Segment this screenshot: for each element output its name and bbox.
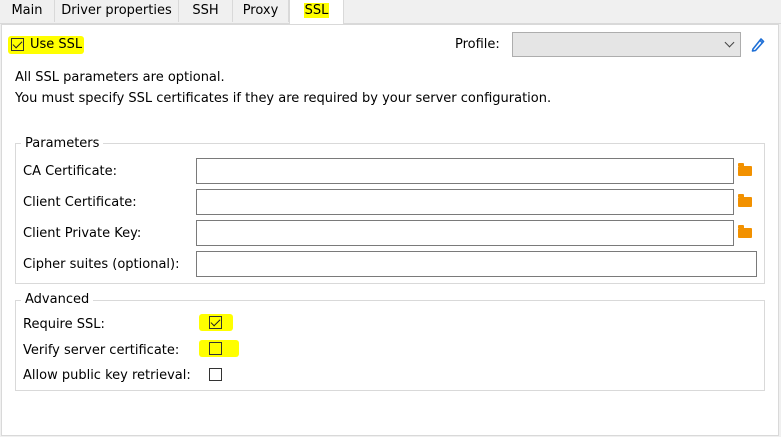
tab-main[interactable]: Main [0,0,55,22]
tab-proxy[interactable]: Proxy [233,0,289,22]
client-private-key-input[interactable] [196,220,734,246]
require-ssl-checkbox[interactable] [209,316,222,329]
tab-ssl[interactable]: SSL [289,0,344,24]
ca-certificate-label: CA Certificate: [23,164,118,179]
advanced-group-title: Advanced [21,292,94,308]
client-certificate-label: Client Certificate: [23,195,137,210]
verify-server-certificate-label: Verify server certificate: [23,343,180,358]
folder-icon[interactable] [738,163,752,176]
use-ssl-checkbox[interactable] [11,38,24,51]
profile-select[interactable] [512,32,741,57]
pencil-icon[interactable] [750,36,766,53]
chevron-down-icon [724,37,735,48]
use-ssl-label: Use SSL [30,37,83,52]
require-ssl-label: Require SSL: [23,317,105,332]
profile-label: Profile: [455,37,500,52]
folder-icon[interactable] [738,225,752,238]
allow-public-key-retrieval-label: Allow public key retrieval: [23,368,191,383]
tab-ssh[interactable]: SSH [179,0,233,22]
verify-server-certificate-checkbox[interactable] [209,342,222,355]
cipher-suites-label: Cipher suites (optional): [23,257,180,272]
info-certificates-text: You must specify SSL certificates if the… [15,91,552,106]
tab-bar: Main Driver properties SSH Proxy SSL [0,0,781,24]
client-private-key-label: Client Private Key: [23,226,142,241]
tab-driver-properties[interactable]: Driver properties [55,0,179,22]
client-certificate-input[interactable] [196,189,734,215]
allow-public-key-retrieval-checkbox[interactable] [209,368,222,381]
parameters-group-title: Parameters [21,136,104,152]
ca-certificate-input[interactable] [196,158,734,184]
info-optional-text: All SSL parameters are optional. [15,70,225,85]
folder-icon[interactable] [738,194,752,207]
cipher-suites-input[interactable] [196,251,757,277]
tab-ssl-label: SSL [303,3,330,18]
